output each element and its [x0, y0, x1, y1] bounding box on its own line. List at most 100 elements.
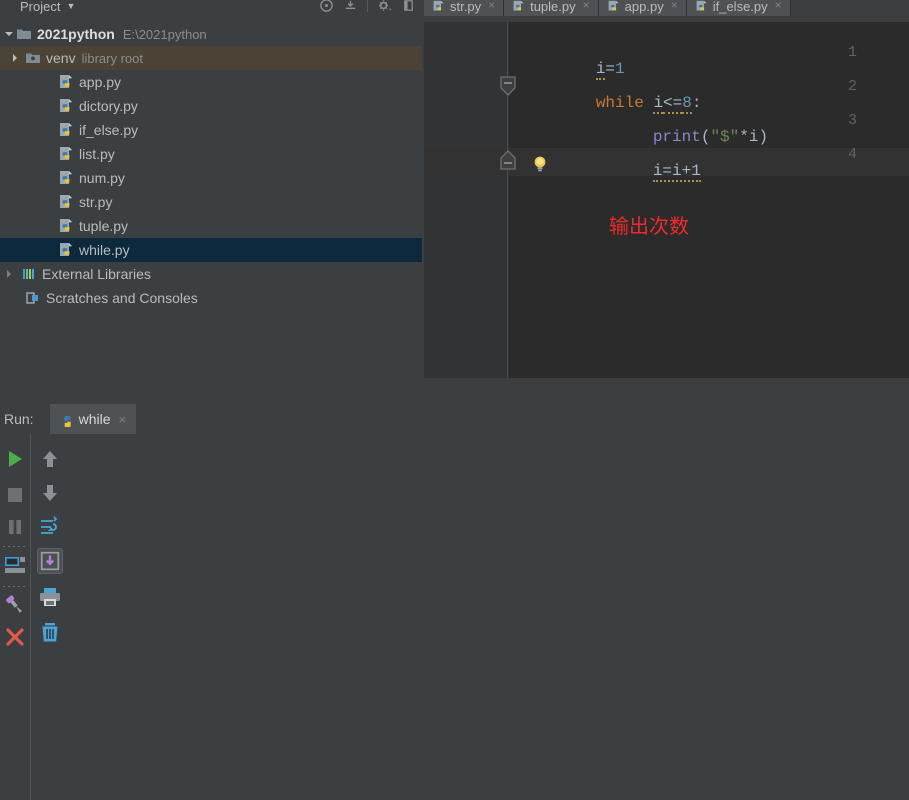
- tree-row-str-py[interactable]: str.py: [0, 190, 422, 214]
- run-tab-label: while: [78, 411, 111, 427]
- chevron-right-icon[interactable]: [2, 267, 16, 281]
- chevron-down-icon[interactable]: [2, 27, 16, 41]
- tree-row-if-else-py[interactable]: if_else.py: [0, 118, 422, 142]
- tree-row-external-libraries[interactable]: External Libraries: [0, 262, 422, 286]
- up-the-stack-trace-button[interactable]: [37, 446, 63, 472]
- tree-item-label: str.py: [79, 194, 113, 210]
- python-file-icon: [432, 0, 445, 13]
- libraries-icon: [21, 266, 37, 282]
- toolbar-separator: [3, 586, 27, 587]
- code-text[interactable]: i=1 while i<=8: print("$"*i) i=i+1: [509, 22, 909, 378]
- editor-tab-label: if_else.py: [712, 0, 768, 14]
- code-token-expression: i=i+1: [652, 162, 701, 182]
- tree-row-tuple-py[interactable]: tuple.py: [0, 214, 422, 238]
- pycharm-window: Project ▼ str.py × tuple.py × app.py × i…: [0, 0, 909, 800]
- run-toolbar-left: [0, 434, 30, 800]
- tree-row-scratches-and-consoles[interactable]: Scratches and Consoles: [0, 286, 422, 310]
- tree-item-label: dictory.py: [79, 98, 138, 114]
- tree-row-list-py[interactable]: list.py: [0, 142, 422, 166]
- scroll-to-end-button[interactable]: [37, 548, 63, 574]
- python-file-icon: [58, 242, 74, 258]
- stop-button[interactable]: [2, 482, 28, 508]
- editor-tab-tuple[interactable]: tuple.py ×: [504, 0, 599, 16]
- down-the-stack-trace-button[interactable]: [37, 480, 63, 506]
- close-button[interactable]: [2, 624, 28, 650]
- chevron-right-icon[interactable]: [8, 51, 22, 65]
- editor-tab-if-else[interactable]: if_else.py ×: [686, 0, 791, 16]
- tree-item-label: Scratches and Consoles: [46, 290, 198, 306]
- close-icon[interactable]: ×: [583, 0, 590, 12]
- python-file-icon: [607, 0, 620, 13]
- chevron-down-icon[interactable]: ▼: [66, 1, 75, 11]
- editor-tab-app[interactable]: app.py ×: [598, 0, 687, 16]
- close-icon[interactable]: ×: [671, 0, 678, 12]
- collapse-all-icon[interactable]: [343, 0, 358, 13]
- tree-row-num-py[interactable]: num.py: [0, 166, 422, 190]
- top-toolbar-row: Project ▼ str.py × tuple.py × app.py × i…: [0, 0, 909, 22]
- pause-button[interactable]: [2, 514, 28, 540]
- pin-tab-button[interactable]: [2, 592, 28, 618]
- editor-tab-str[interactable]: str.py ×: [424, 0, 505, 16]
- toolbar-divider: [367, 0, 368, 12]
- tabstrip-right-edge: [903, 0, 909, 22]
- python-file-icon: [58, 98, 74, 114]
- run-configuration-tab[interactable]: while ×: [49, 404, 137, 434]
- soft-wrap-button[interactable]: [37, 514, 63, 540]
- hide-panel-icon[interactable]: [401, 0, 416, 13]
- tree-item-label: tuple.py: [79, 218, 129, 234]
- code-token-paren: ): [758, 128, 769, 146]
- tree-item-label: venv: [46, 50, 76, 66]
- tree-row-root[interactable]: 2021python E:\2021python: [0, 22, 422, 46]
- close-icon[interactable]: ×: [775, 0, 782, 12]
- clear-all-button[interactable]: [37, 620, 63, 646]
- annotation-label: 输出次数: [609, 214, 689, 238]
- code-line-4[interactable]: i=i+1: [519, 144, 701, 198]
- tree-row-while-py[interactable]: while.py: [0, 238, 422, 262]
- python-file-icon: [58, 194, 74, 210]
- code-token-operator: *: [739, 128, 749, 146]
- tree-item-label: num.py: [79, 170, 125, 186]
- code-token-paren: (: [700, 128, 711, 146]
- tree-item-label: app.py: [79, 74, 122, 90]
- project-tool-window-header: Project ▼: [0, 0, 422, 22]
- project-panel-title[interactable]: Project: [20, 0, 60, 14]
- project-tree: 2021python E:\2021python venv library ro…: [0, 22, 422, 402]
- venv-folder-icon: [25, 50, 41, 66]
- tree-row-app-py[interactable]: app.py: [0, 70, 422, 94]
- rerun-button[interactable]: [2, 446, 28, 472]
- gear-icon[interactable]: [377, 0, 392, 13]
- python-file-icon: [58, 122, 74, 138]
- python-file-icon: [58, 170, 74, 186]
- project-root-label: 2021python: [37, 26, 115, 42]
- tree-item-label: External Libraries: [42, 266, 151, 282]
- editor-tab-label: app.py: [624, 0, 664, 14]
- print-button[interactable]: [37, 584, 63, 610]
- target-locate-icon[interactable]: [319, 0, 334, 13]
- tree-row-venv[interactable]: venv library root: [0, 46, 422, 70]
- python-file-icon: [695, 0, 708, 13]
- restore-layout-button[interactable]: [2, 552, 28, 578]
- code-token-string: "$": [710, 128, 740, 146]
- run-panel-label: Run:: [4, 411, 34, 427]
- project-toolbar-icons: [319, 0, 422, 13]
- close-icon[interactable]: ×: [488, 0, 495, 12]
- code-editor[interactable]: 1 2 3 4 i=1 while i<=8: print("$"*i) i=i…: [424, 22, 909, 378]
- close-icon[interactable]: ×: [118, 412, 126, 427]
- python-file-icon: [58, 74, 74, 90]
- run-toolbar-right: [31, 434, 73, 800]
- tree-item-label: list.py: [79, 146, 115, 162]
- folder-icon: [16, 26, 32, 42]
- editor-tab-label: tuple.py: [530, 0, 576, 14]
- editor-tab-label: str.py: [450, 0, 482, 14]
- python-file-icon: [60, 414, 73, 427]
- editor-tabs: str.py × tuple.py × app.py × if_else.py …: [424, 0, 909, 22]
- scratches-icon: [25, 290, 41, 306]
- tree-row-dictory-py[interactable]: dictory.py: [0, 94, 422, 118]
- run-tool-window-header: Run: while ×: [0, 404, 909, 434]
- editor-gutter[interactable]: [424, 22, 509, 378]
